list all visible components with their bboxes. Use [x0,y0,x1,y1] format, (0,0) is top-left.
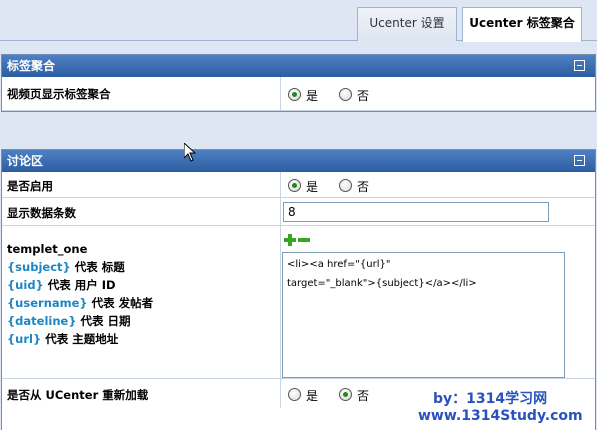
count-input[interactable] [283,202,549,222]
var-url: {url} 代表 主题地址 [7,332,119,346]
count-row: 显示数据条数 [2,198,595,226]
var-username: {username} 代表 发帖者 [7,296,154,310]
watermark-line-1: by：1314学习网 [433,391,548,407]
radio-no-label: 否 [357,180,370,194]
template-row: templet_one {subject} 代表 标题 {uid} 代表 用户 … [2,226,595,379]
tab-bar: Ucenter 设置 Ucenter 标签聚合 [0,0,597,42]
collapse-icon[interactable] [574,155,585,166]
panel-title: 讨论区 [7,154,44,168]
template-textarea[interactable]: <li><a href="{url}" target="_blank">{sub… [282,252,565,378]
mouse-cursor-icon [184,143,196,162]
tab-ucenter-tag-aggregation[interactable]: Ucenter 标签聚合 [462,7,582,42]
tag-aggregation-panel: 标签聚合 视频页显示标签聚合 是 否 [1,54,596,112]
radio-no[interactable] [339,388,352,401]
row-label: 视频页显示标签聚合 [7,87,111,101]
minus-icon[interactable] [298,238,310,242]
tab-ucenter-settings[interactable]: Ucenter 设置 [357,7,457,41]
template-help: templet_one {subject} 代表 标题 {uid} 代表 用户 … [7,240,153,348]
radio-yes[interactable] [288,88,301,101]
row-label: 是否启用 [7,179,53,193]
row-label: 显示数据条数 [7,206,76,220]
video-tag-aggregation-row: 视频页显示标签聚合 是 否 [2,77,595,111]
panel-title: 标签聚合 [7,59,56,73]
plus-icon[interactable] [284,234,296,246]
radio-yes-label: 是 [306,180,319,194]
forum-panel-header: 讨论区 [2,150,595,172]
radio-yes-label: 是 [306,89,319,103]
radio-yes-label: 是 [306,389,319,403]
radio-yes[interactable] [288,179,301,192]
var-uid: {uid} 代表 用户 ID [7,278,116,292]
radio-no[interactable] [339,179,352,192]
watermark-line-2: www.1314Study.com [418,408,583,424]
collapse-icon[interactable] [574,60,585,71]
row-label: 是否从 UCenter 重新加载 [7,388,149,402]
radio-no[interactable] [339,88,352,101]
enable-row: 是否启用 是 否 [2,172,595,198]
radio-no-label: 否 [357,389,370,403]
tag-aggregation-panel-header: 标签聚合 [2,55,595,77]
template-name: templet_one [7,242,88,256]
radio-no-label: 否 [357,89,370,103]
var-subject: {subject} 代表 标题 [7,260,125,274]
var-dateline: {dateline} 代表 日期 [7,314,131,328]
radio-yes[interactable] [288,388,301,401]
